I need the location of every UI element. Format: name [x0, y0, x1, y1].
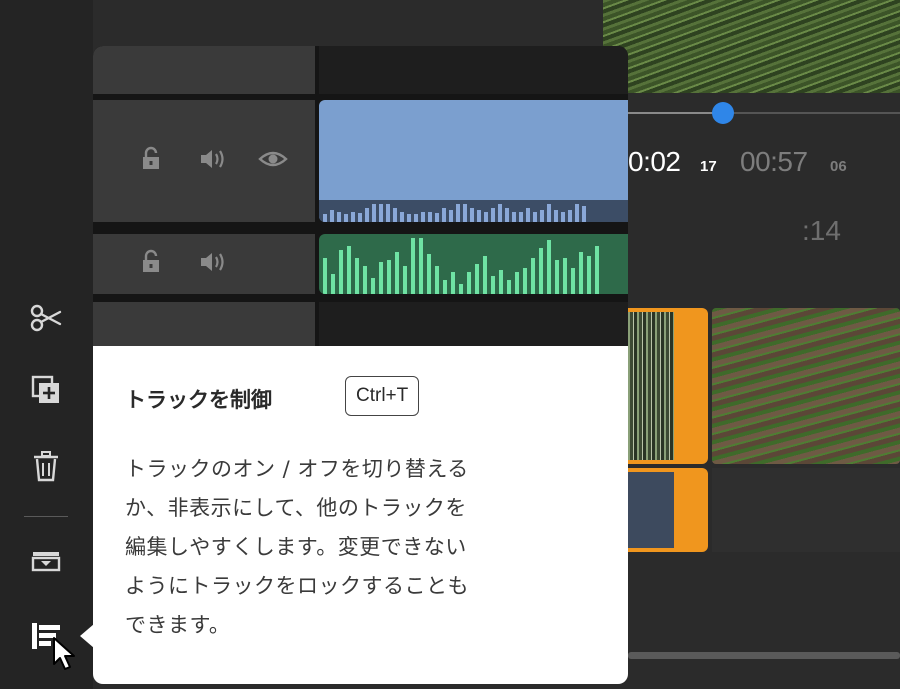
- tooltip-description-line: か、非表示にして、他のトラックを: [125, 496, 467, 520]
- playback-scrubber-progress: [628, 112, 724, 114]
- track-controls-empty: [93, 302, 315, 346]
- audio-track-clip[interactable]: [319, 234, 628, 294]
- track-controls-audio: [93, 234, 315, 294]
- total-timecode: 00:57: [740, 146, 808, 177]
- tooltip-arrow: [80, 624, 94, 648]
- toolbar-divider: [24, 516, 68, 517]
- tooltip-description: トラックのオン / オフを切り替える か、非表示にして、他のトラックを 編集しや…: [125, 450, 585, 645]
- tooltip-description-line: ようにトラックをロックすることも: [125, 574, 469, 598]
- track-panel-header: [93, 46, 315, 94]
- scissors-icon: [28, 300, 64, 340]
- tray-down-icon: [28, 542, 64, 582]
- tooltip-description-line: 編集しやすくします。変更できない: [125, 535, 467, 559]
- tooltip-shortcut-badge: Ctrl+T: [345, 376, 420, 416]
- timeline-clip-thumbnail: [628, 312, 674, 460]
- timeline-toolbar: [0, 0, 93, 689]
- video-track-waveform: [319, 200, 628, 222]
- duplicate-add-icon: [28, 372, 64, 412]
- track-control-tooltip: トラックを制御 Ctrl+T トラックのオン / オフを切り替える か、非表示に…: [93, 346, 628, 684]
- track-control-panel: [93, 46, 628, 346]
- track-panel-header-lane: [319, 46, 628, 94]
- tooltip-description-line: できます。: [125, 613, 231, 637]
- timeline-clip[interactable]: [712, 308, 900, 464]
- lock-toggle[interactable]: [137, 249, 165, 279]
- trash-icon: [28, 448, 64, 488]
- timeline-clip-fill: [628, 472, 674, 548]
- delete-button[interactable]: [24, 446, 68, 490]
- split-button[interactable]: [24, 298, 68, 342]
- current-timecode: 0:02: [628, 146, 681, 177]
- current-timecode-frames: 17: [700, 158, 717, 175]
- track-controls-video: [93, 100, 315, 222]
- video-track-clip[interactable]: [319, 100, 628, 222]
- eye-icon: [258, 146, 288, 176]
- lock-toggle[interactable]: [137, 146, 165, 176]
- timeline-track-lane: [712, 468, 900, 552]
- duplicate-button[interactable]: [24, 370, 68, 414]
- mouse-cursor-icon: [52, 636, 78, 676]
- secondary-timecode: :14: [802, 215, 841, 246]
- video-preview: [603, 0, 900, 93]
- timeline-scrollbar[interactable]: [628, 652, 900, 659]
- mute-toggle[interactable]: [199, 250, 227, 278]
- visibility-toggle[interactable]: [258, 146, 288, 176]
- tooltip-description-line: トラックのオン / オフを切り替える: [125, 457, 469, 481]
- total-timecode-frames: 06: [830, 158, 847, 175]
- fit-button[interactable]: [24, 540, 68, 584]
- speaker-icon: [198, 146, 228, 176]
- lock-icon: [138, 146, 164, 176]
- speaker-icon: [198, 249, 228, 279]
- empty-track-lane: [319, 302, 628, 346]
- mute-toggle[interactable]: [199, 147, 227, 175]
- lock-icon: [138, 249, 164, 279]
- tooltip-title: トラックを制御: [125, 388, 272, 412]
